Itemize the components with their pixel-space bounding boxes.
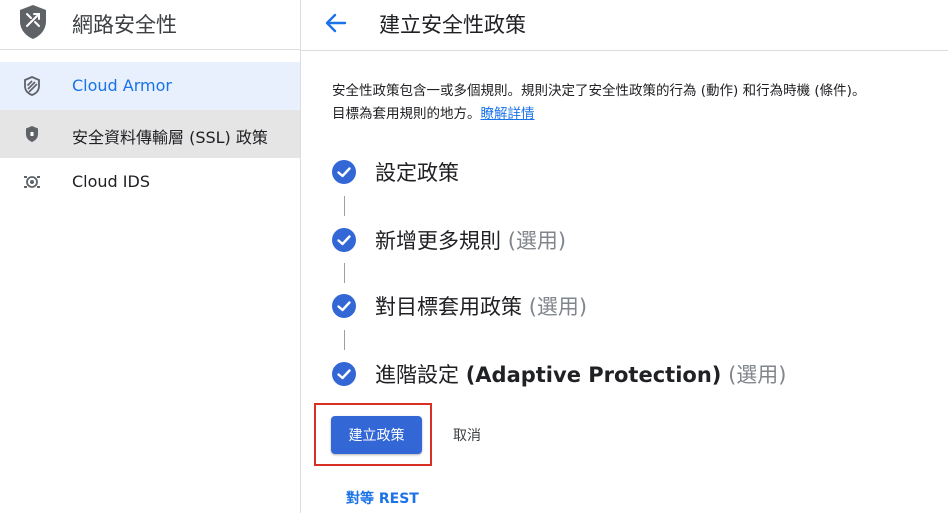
step-connector bbox=[344, 263, 345, 283]
sidebar-item-label: Cloud IDS bbox=[72, 172, 150, 191]
step-optional-tag: (選用) bbox=[507, 229, 567, 253]
step-optional-tag: (選用) bbox=[528, 295, 588, 319]
shield-stripes-icon bbox=[22, 76, 42, 96]
page-title: 建立安全性政策 bbox=[379, 13, 526, 37]
step-label: 對目標套用政策 (選用) bbox=[375, 291, 587, 321]
check-circle-icon bbox=[331, 159, 357, 185]
step-connector bbox=[344, 196, 345, 216]
sidebar-item-label: Cloud Armor bbox=[72, 76, 172, 95]
step-title-bold: (Adaptive Protection) bbox=[465, 363, 722, 387]
step-title: 進階設定 bbox=[375, 363, 466, 387]
sidebar-header: 網路安全性 bbox=[0, 0, 300, 50]
learn-more-link[interactable]: 瞭解詳情 bbox=[481, 106, 535, 122]
shield-lock-icon bbox=[22, 124, 42, 144]
step-label: 進階設定 (Adaptive Protection) (選用) bbox=[375, 359, 786, 389]
step-title: 新增更多規則 bbox=[375, 229, 501, 253]
step-connector bbox=[344, 330, 345, 350]
step-title: 對目標套用政策 bbox=[375, 295, 522, 319]
check-circle-icon bbox=[331, 293, 357, 319]
network-security-shield-icon bbox=[18, 4, 48, 40]
check-circle-icon bbox=[331, 361, 357, 387]
step-title: 設定政策 bbox=[375, 161, 459, 185]
policy-description: 安全性政策包含一或多個規則。規則決定了安全性政策的行為 (動作) 和行為時機 (… bbox=[332, 80, 944, 126]
sidebar-title: 網路安全性 bbox=[72, 13, 177, 37]
sidebar: 網路安全性 Cloud Armor 安全資料傳輸層 (SSL) 政策 Cloud… bbox=[0, 0, 301, 513]
equivalent-rest-link[interactable]: 對等 REST bbox=[346, 488, 419, 508]
sidebar-item-ssl-policies[interactable]: 安全資料傳輸層 (SSL) 政策 bbox=[0, 110, 300, 158]
step-label: 新增更多規則 (選用) bbox=[375, 225, 566, 255]
ids-eye-icon bbox=[22, 172, 42, 192]
description-line-1: 安全性政策包含一或多個規則。規則決定了安全性政策的行為 (動作) 和行為時機 (… bbox=[332, 83, 866, 99]
cancel-button[interactable]: 取消 bbox=[438, 416, 496, 454]
sidebar-item-cloud-ids[interactable]: Cloud IDS bbox=[0, 158, 300, 206]
step-optional-tag: (選用) bbox=[728, 363, 787, 387]
app-window: 網路安全性 Cloud Armor 安全資料傳輸層 (SSL) 政策 Cloud… bbox=[0, 0, 948, 513]
description-line-2: 目標為套用規則的地方。瞭解詳情 bbox=[332, 103, 944, 126]
back-arrow-icon[interactable] bbox=[323, 10, 349, 36]
step-label: 設定政策 bbox=[375, 157, 459, 187]
check-circle-icon bbox=[331, 227, 357, 253]
description-line-2-text: 目標為套用規則的地方。 bbox=[332, 106, 481, 122]
sidebar-item-cloud-armor[interactable]: Cloud Armor bbox=[0, 62, 300, 110]
page-header: 建立安全性政策 bbox=[301, 0, 948, 51]
sidebar-item-label: 安全資料傳輸層 (SSL) 政策 bbox=[72, 128, 268, 147]
create-policy-button[interactable]: 建立政策 bbox=[331, 416, 422, 454]
